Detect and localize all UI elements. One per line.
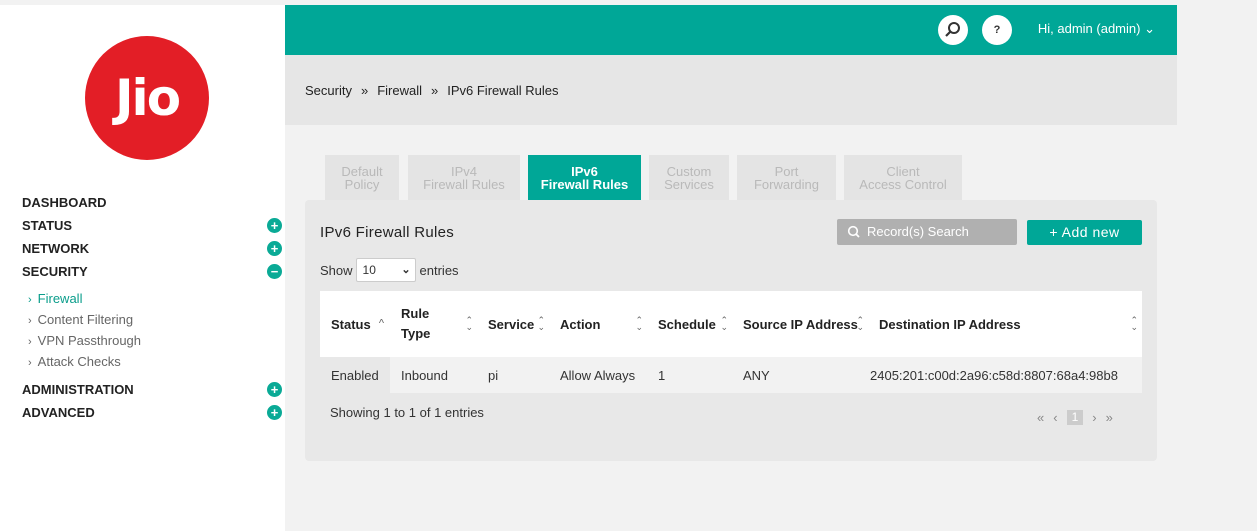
sort-icon: ⌃ ⌄ [1130,315,1138,332]
search-button[interactable] [938,15,968,45]
entries-length-control: Show 10 ⌄ entries [320,258,459,282]
table-info: Showing 1 to 1 of 1 entries [330,405,484,420]
sort-icon: ⌃ ⌄ [465,315,473,332]
jio-logo[interactable]: Jio [85,36,209,160]
column-header-status[interactable]: Status ^ [320,291,390,357]
expand-plus-icon[interactable]: + [267,405,282,420]
page-number-button[interactable]: 1 [1066,410,1084,425]
column-header-destination-ip[interactable]: Destination IP Address ⌃ ⌄ [868,291,1142,357]
nav-item-dashboard[interactable]: DASHBOARD [22,195,282,218]
prev-page-icon[interactable]: ‹ [1053,410,1057,425]
tab-ipv6-firewall-rules[interactable]: IPv6 Firewall Rules [528,155,641,200]
sort-icon: ⌃ ⌄ [720,315,728,332]
breadcrumb-item[interactable]: Firewall [377,83,422,98]
subnav-item-content-filtering[interactable]: › Content Filtering [22,312,282,333]
table-header-row: Status ^ Rule Type ⌃ ⌄ Service ⌃ ⌄ Action ⌃ ⌄ S… [320,291,1142,357]
expand-plus-icon[interactable]: + [267,241,282,256]
tab-port-forwarding[interactable]: Port Forwarding [737,155,836,200]
tab-ipv4-firewall-rules[interactable]: IPv4 Firewall Rules [408,155,520,200]
cell-source-ip: ANY [743,367,770,383]
rules-table: Status ^ Rule Type ⌃ ⌄ Service ⌃ ⌄ Action ⌃ ⌄ S… [320,291,1142,393]
column-header-rule-type[interactable]: Rule Type ⌃ ⌄ [390,291,477,357]
collapse-minus-icon[interactable]: − [267,264,282,279]
tab-custom-services[interactable]: Custom Services [649,155,729,200]
next-page-icon[interactable]: › [1092,410,1096,425]
sort-icon: ⌃ ⌄ [537,315,545,332]
cell-service: pi [488,367,499,383]
cell-status: Enabled [320,357,390,393]
record-search-input[interactable]: Record(s) Search [837,219,1017,245]
main-nav: DASHBOARD STATUS + NETWORK + SECURITY − › Fi… [22,195,282,428]
expand-plus-icon[interactable]: + [267,218,282,233]
entries-select[interactable]: 10 ⌄ [355,258,416,282]
breadcrumb-separator: » [360,83,369,98]
subnav-item-attack-checks[interactable]: › Attack Checks [22,354,282,382]
search-icon [847,225,860,238]
sort-asc-icon: ^ [378,317,384,330]
chevron-right-icon: › [28,294,32,306]
last-page-icon[interactable]: » [1106,410,1113,425]
help-icon: ? [993,24,1001,36]
tab-default-policy[interactable]: Default Policy [325,155,399,200]
nav-item-advanced[interactable]: ADVANCED + [22,405,282,428]
sidebar: Jio DASHBOARD STATUS + NETWORK + SECURITY −… [7,5,285,531]
sort-icon: ⌃ ⌄ [856,315,864,332]
cell-rule-type: Inbound [401,367,448,383]
first-page-icon[interactable]: « [1037,410,1044,425]
chevron-right-icon: › [28,357,32,369]
nav-item-security[interactable]: SECURITY − [22,264,282,291]
chevron-right-icon: › [28,315,32,327]
nav-item-administration[interactable]: ADMINISTRATION + [22,382,282,405]
column-header-service[interactable]: Service ⌃ ⌄ [477,291,549,357]
pagination: « ‹ 1 › » [1037,410,1113,425]
expand-plus-icon[interactable]: + [267,382,282,397]
help-button[interactable]: ? [982,15,1012,45]
nav-item-status[interactable]: STATUS + [22,218,282,241]
cell-schedule: 1 [658,367,666,383]
chevron-down-icon: ⌄ [401,264,411,276]
chevron-down-icon: ⌄ [1144,21,1155,36]
user-menu[interactable]: Hi, admin (admin) ⌄ [1038,21,1155,37]
tab-client-access-control[interactable]: Client Access Control [844,155,962,200]
search-icon [945,22,960,37]
top-header: ? Hi, admin (admin) ⌄ [285,5,1177,55]
cell-action: Allow Always [560,367,636,383]
column-header-source-ip[interactable]: Source IP Address ⌃ ⌄ [732,291,868,357]
column-header-action[interactable]: Action ⌃ ⌄ [549,291,647,357]
breadcrumb: Security » Firewall » IPv6 Firewall Rules [285,55,1177,125]
cell-destination-ip: 2405:201:c00d:2a96:c58d:8807:68a4:98b8 [870,367,1118,383]
column-header-schedule[interactable]: Schedule ⌃ ⌄ [647,291,732,357]
breadcrumb-current: IPv6 Firewall Rules [447,83,559,98]
nav-item-network[interactable]: NETWORK + [22,241,282,264]
subnav-item-firewall[interactable]: › Firewall [22,291,282,312]
table-row[interactable]: Enabled Inbound pi Allow Always 1 ANY 24… [320,357,1142,393]
breadcrumb-separator: » [431,83,439,98]
chevron-right-icon: › [28,336,32,348]
breadcrumb-item[interactable]: Security [305,83,352,98]
add-new-button[interactable]: + Add new [1027,220,1142,245]
sort-icon: ⌃ ⌄ [635,315,643,332]
panel-title: IPv6 Firewall Rules [320,224,455,241]
subnav-item-vpn-passthrough[interactable]: › VPN Passthrough [22,333,282,354]
rules-panel: IPv6 Firewall Rules Record(s) Search + A… [305,200,1157,461]
